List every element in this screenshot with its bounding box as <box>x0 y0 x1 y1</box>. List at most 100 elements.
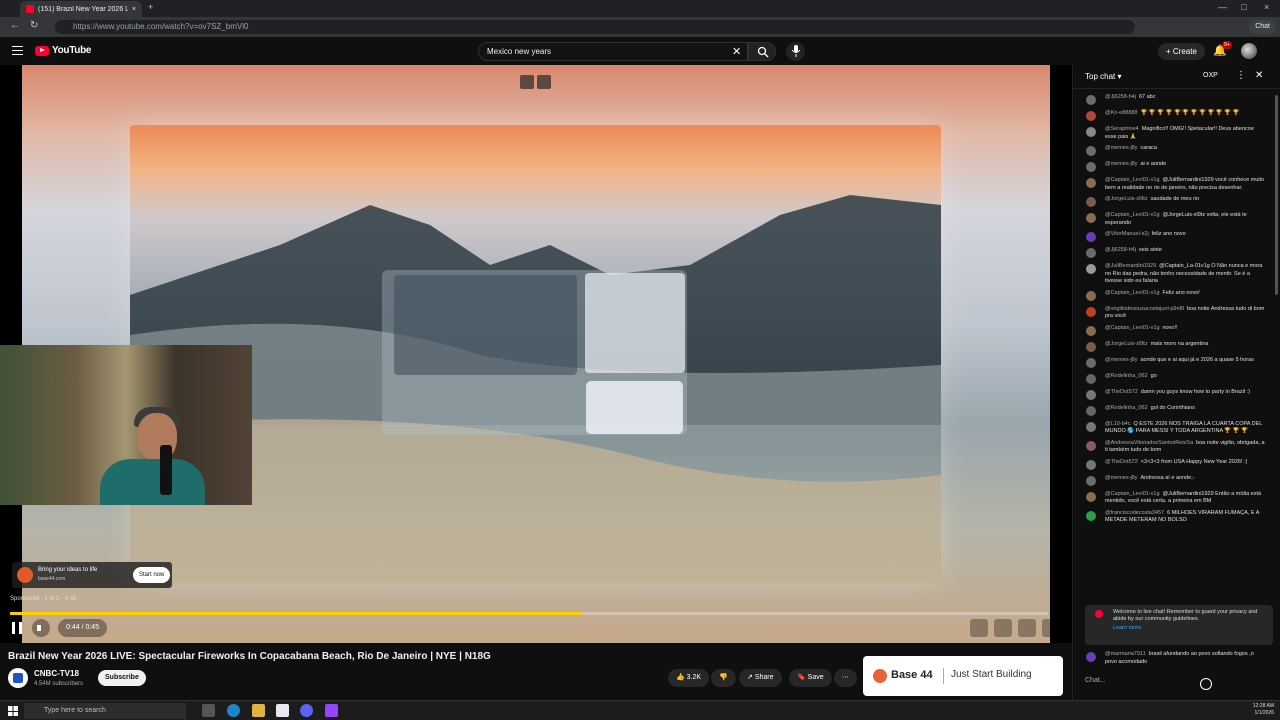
chat-avatar <box>1086 475 1096 486</box>
pause-icon[interactable] <box>12 622 22 634</box>
chat-message: @Rodelinha_062 go <box>1073 372 1273 386</box>
ad-domain: base44.com <box>38 576 66 582</box>
chat-author: @Captain_Levi01-v1g <box>1105 490 1160 497</box>
expand-icon[interactable] <box>537 75 551 89</box>
chat-author: @AndressaVitoriadosSantosReisSa <box>1105 439 1194 446</box>
chat-message: @Jj6258-h4j 67 abc <box>1073 93 1273 107</box>
learn-more-link[interactable]: Learn more <box>1113 625 1265 632</box>
banner-tagline: Just Start Building <box>951 669 1032 680</box>
chat-message: @marmaria7911 brasil afundando ao povo so… <box>1073 650 1273 667</box>
fullscreen-icon[interactable] <box>1042 619 1060 637</box>
youtube-logo[interactable]: YouTube <box>35 45 92 56</box>
youtube-dot-icon <box>1095 610 1103 618</box>
browser-tab[interactable]: (151) Brazil New Year 2026 Li... × <box>20 1 142 17</box>
base44-logo <box>873 669 887 683</box>
browser-tab-bar: (151) Brazil New Year 2026 Li... × + — □… <box>0 0 1280 17</box>
search-button[interactable] <box>748 42 776 61</box>
video-player[interactable]: Bring your ideas to life base44.com Star… <box>0 65 1072 643</box>
pip-icon[interactable] <box>520 75 534 89</box>
tab-close-icon[interactable]: × <box>132 6 136 13</box>
channel-name[interactable]: CNBC-TV18 <box>34 669 79 678</box>
captions-icon[interactable] <box>970 619 988 637</box>
youtube-play-icon <box>35 45 49 56</box>
chat-avatar <box>1086 491 1096 502</box>
chat-avatar <box>1086 652 1096 662</box>
chat-avatar <box>1086 232 1096 242</box>
chat-author: @memes-j8y <box>1105 145 1138 151</box>
app-icon[interactable] <box>325 704 338 717</box>
chat-author: @franciscodecosta3457 <box>1105 509 1165 516</box>
new-tab-icon[interactable]: + <box>148 2 153 12</box>
chat-avatar <box>1086 341 1096 352</box>
youtube-header: YouTube Mexico new years ✕ + Create 🔔 9+ <box>0 37 1280 65</box>
chat-avatar <box>1086 357 1096 368</box>
account-avatar[interactable] <box>1241 43 1257 59</box>
progress-fill <box>10 612 581 615</box>
create-button[interactable]: + Create <box>1158 43 1205 60</box>
menu-icon[interactable] <box>12 46 23 55</box>
emoji-icon[interactable] <box>1200 678 1212 690</box>
chat-avatar <box>1086 146 1096 156</box>
advertiser-logo <box>17 567 33 583</box>
chat-message: @JorgeLuis-xl9tz mais moro na argentina <box>1073 340 1273 354</box>
chat-text: gol do Corinthians <box>1150 404 1195 411</box>
chat-author: @TheDot572 <box>1105 388 1138 395</box>
voice-search-button[interactable] <box>786 42 805 61</box>
browser-chat-button[interactable]: Chat <box>1249 20 1276 34</box>
share-button[interactable]: ↗ Share <box>739 669 782 687</box>
chat-author: @Captain_Levi01-v1g <box>1105 212 1160 218</box>
search-input[interactable]: Mexico new years <box>478 42 748 61</box>
subscribe-button[interactable]: Subscribe <box>98 670 146 686</box>
chat-message: @JuliBernardini1929 @Captain_La-01v1g O N… <box>1073 262 1273 287</box>
chat-avatar <box>1086 373 1096 384</box>
clear-search-icon[interactable]: ✕ <box>732 45 741 58</box>
chat-text: 67 abc <box>1138 94 1156 100</box>
chat-message: @memes-j8y ai e aonde <box>1073 160 1273 174</box>
chat-author: @Seraphine4 <box>1105 126 1139 132</box>
settings-gear-icon[interactable] <box>994 619 1012 637</box>
maximize-icon[interactable]: □ <box>1241 2 1246 12</box>
save-button[interactable]: 🔖 Save <box>789 669 832 687</box>
task-view-icon[interactable] <box>202 704 215 717</box>
discord-icon[interactable] <box>300 704 313 717</box>
chrome-icon[interactable] <box>276 704 289 717</box>
ui-mockup-stats-card <box>586 381 683 434</box>
chat-menu-icon[interactable]: ⋮ <box>1236 70 1246 81</box>
base44-banner[interactable]: Base 44 Just Start Building <box>863 656 1063 696</box>
taskbar-search[interactable]: Type here to search <box>24 703 186 719</box>
chat-avatar <box>1086 459 1096 470</box>
file-explorer-icon[interactable] <box>252 704 265 717</box>
progress-bar[interactable] <box>10 612 1048 615</box>
chat-message: @TheDot572 <3<3<3 from USA Happy New Year… <box>1073 458 1273 472</box>
streamer-webcam <box>0 345 252 505</box>
ad-start-now-button[interactable]: Start now <box>133 567 171 583</box>
like-button[interactable]: 👍 3.2K <box>668 669 710 687</box>
chat-avatar <box>1086 405 1096 416</box>
chat-text: 🏆 🏆 🏆 🏆 🏆 🏆 🏆 🏆 🏆 🏆 🏆 🏆 <box>1140 110 1240 116</box>
video-title: Brazil New Year 2026 LIVE: Spectacular F… <box>8 651 491 662</box>
chat-welcome-banner: Welcome to live chat! Remember to guard … <box>1085 605 1273 645</box>
volume-icon[interactable] <box>32 619 50 637</box>
window-close-icon[interactable]: × <box>1264 2 1269 12</box>
back-icon[interactable]: ← <box>10 20 20 31</box>
chat-text: ai e aonde <box>1140 161 1167 167</box>
chat-author: @Rodelinha_062 <box>1105 372 1148 379</box>
chat-mode-dropdown[interactable]: Top chat ▾ <box>1085 72 1122 81</box>
chat-scrollbar[interactable] <box>1275 95 1278 295</box>
theater-mode-icon[interactable] <box>1018 619 1036 637</box>
channel-avatar[interactable] <box>8 668 28 688</box>
url-field[interactable]: https://www.youtube.com/watch?v=ov7SZ_bm… <box>55 20 1135 34</box>
chat-close-icon[interactable]: ✕ <box>1255 70 1263 81</box>
dislike-button[interactable]: 👎 <box>711 669 736 687</box>
minimize-icon[interactable]: — <box>1218 2 1227 12</box>
chat-author: @marmaria7911 <box>1105 651 1146 657</box>
reload-icon[interactable]: ↻ <box>30 20 38 31</box>
chat-message: @Captain_Levi01-v1g @JuliBernardini1929 v… <box>1073 176 1273 193</box>
edge-icon[interactable] <box>227 704 240 717</box>
more-actions-icon[interactable]: ⋯ <box>834 669 857 687</box>
windows-start-icon[interactable] <box>8 706 18 716</box>
ad-overlay[interactable]: Bring your ideas to life base44.com Star… <box>12 562 172 588</box>
chat-author: @virgiliodesouzacostajunl-p9n8l <box>1105 305 1184 312</box>
chat-input[interactable]: Chat... <box>1085 677 1235 693</box>
oxp-badge[interactable]: OXP <box>1203 72 1218 79</box>
